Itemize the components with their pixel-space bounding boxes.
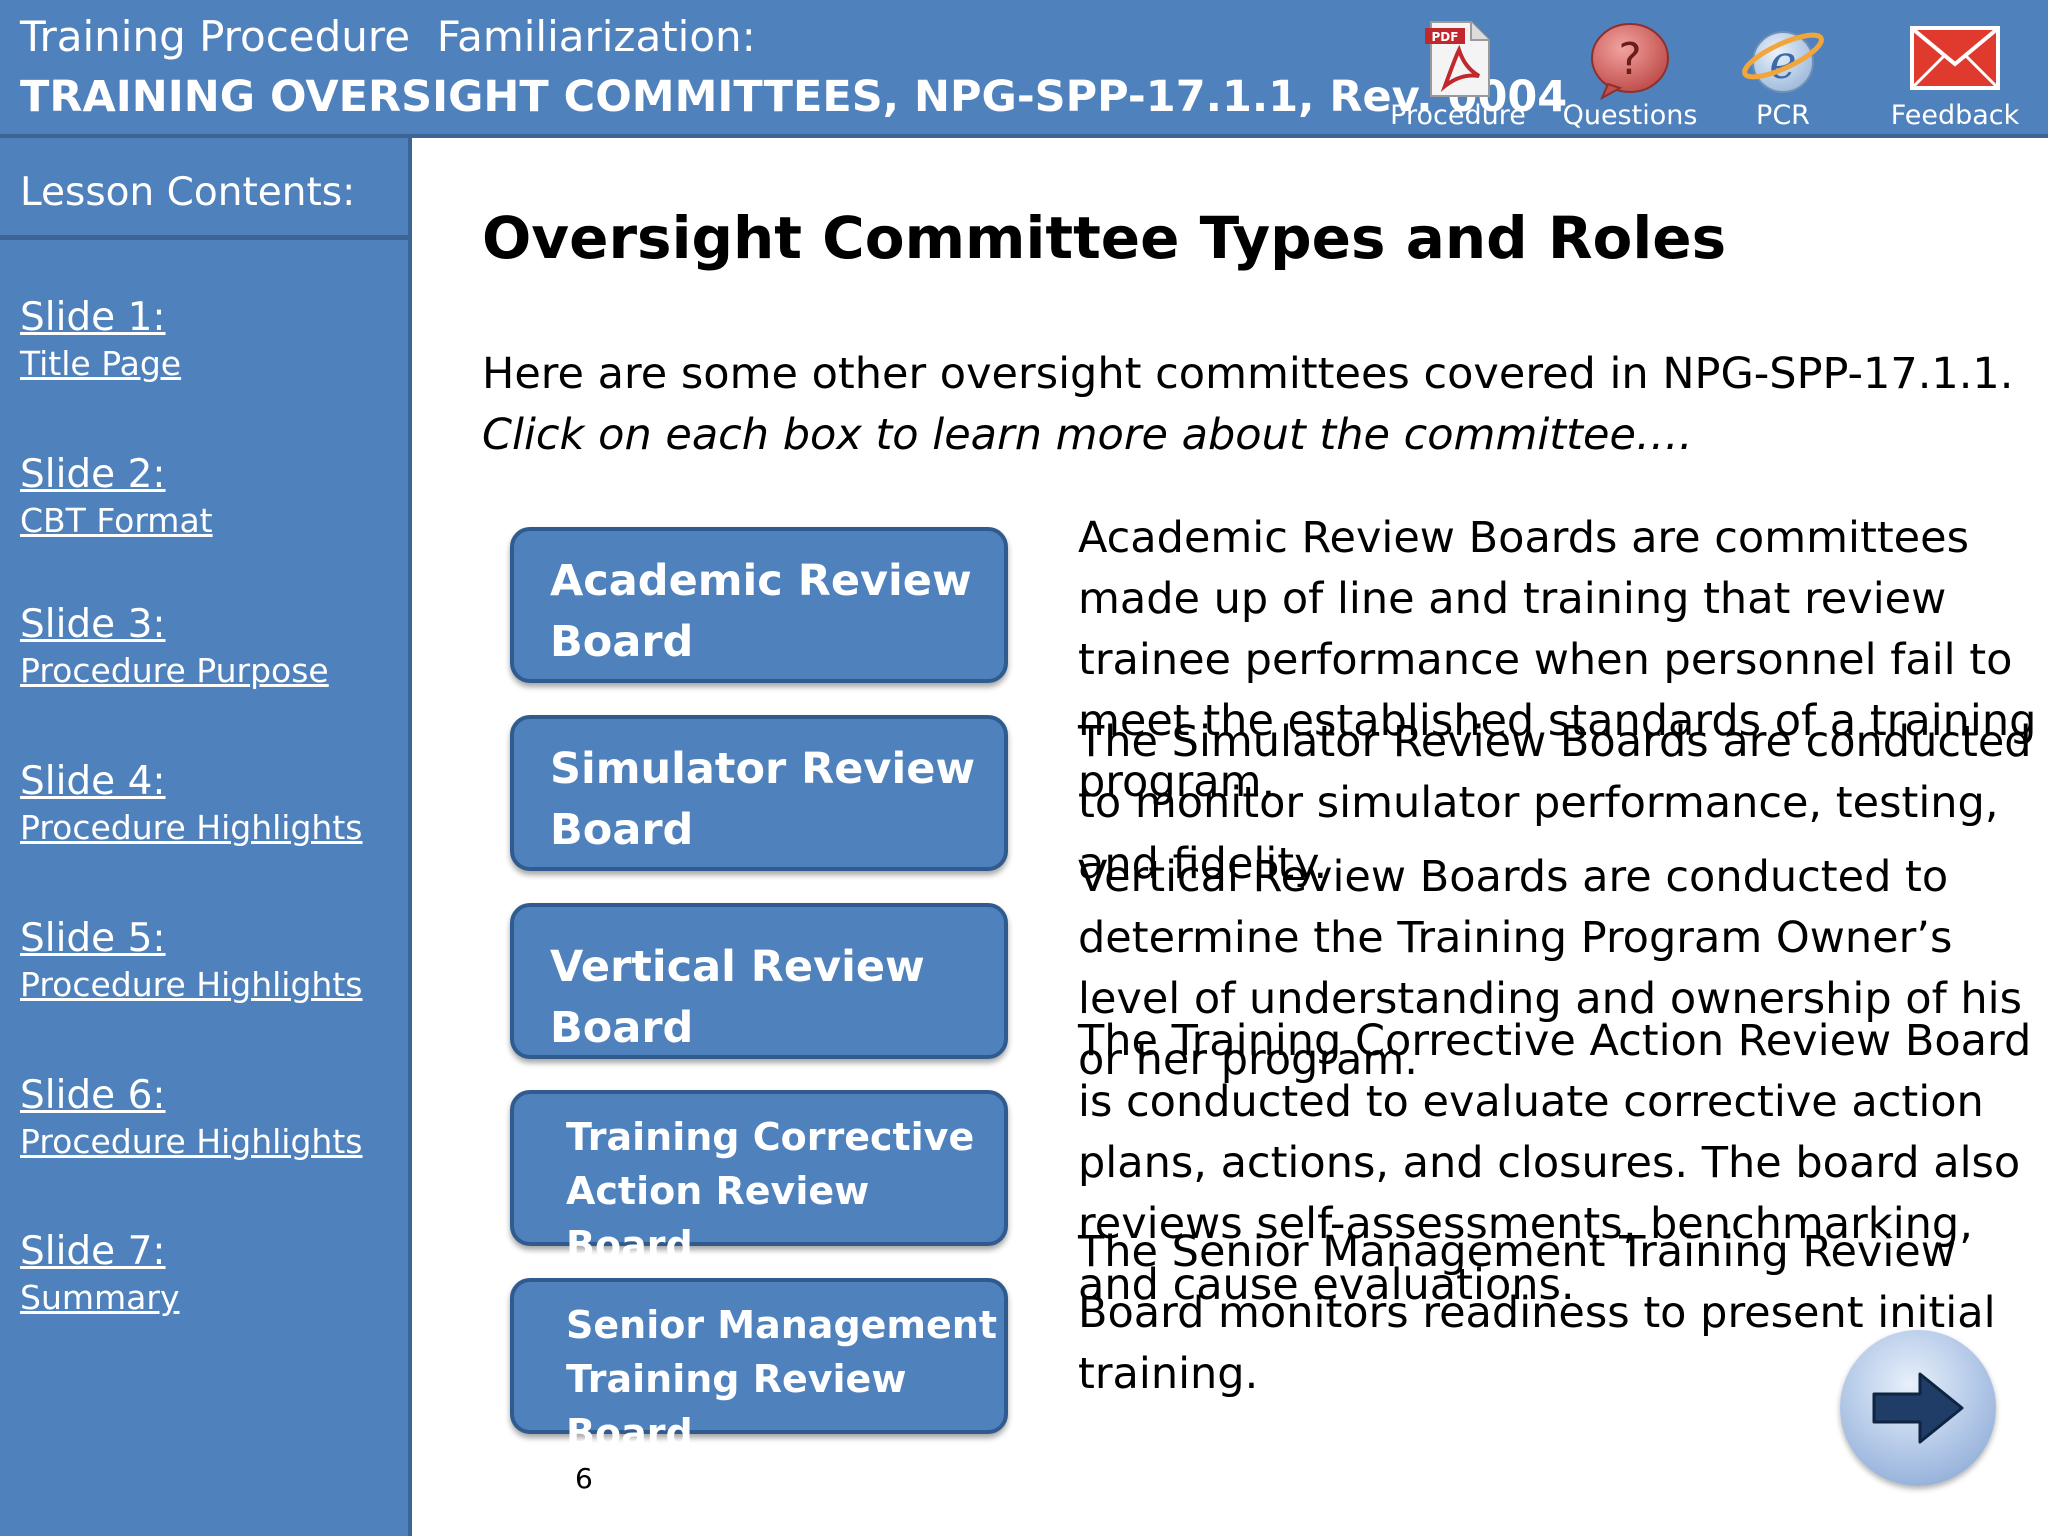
slide-title-link: CBT Format: [20, 501, 213, 540]
lesson-sidebar: Lesson Contents: Slide 1: Title Page Sli…: [0, 138, 412, 1536]
procedure-label: Procedure: [1390, 100, 1526, 131]
intro-sentence: Here are some other oversight committees…: [482, 349, 2014, 399]
box-line-2: Board: [550, 1003, 694, 1053]
slide-title-link: Title Page: [20, 344, 182, 383]
question-icon: ?: [1588, 20, 1672, 104]
box-line-1: Vertical Review: [550, 942, 925, 992]
next-slide-button[interactable]: [1840, 1330, 1996, 1486]
sidebar-item-slide-5[interactable]: Slide 5: Procedure Highlights: [20, 915, 362, 1007]
slide-number: Slide 7:: [20, 1229, 166, 1274]
pcr-label: PCR: [1756, 100, 1810, 131]
pdf-icon: PDF: [1423, 20, 1493, 102]
senior-management-training-review-board-box[interactable]: Senior Management Training Review Board: [510, 1278, 1008, 1455]
vertical-review-board-box[interactable]: Vertical Review Board: [510, 903, 1008, 1059]
training-corrective-action-review-board-box[interactable]: Training Corrective Action Review Board: [510, 1090, 1008, 1267]
box-line-2: Board: [550, 805, 694, 855]
next-arrow-icon: [1872, 1372, 1964, 1444]
box-line-2: Training Review Board: [566, 1357, 907, 1455]
instruction-text: Click on each box to learn more about th…: [482, 410, 1693, 460]
slide-title-link: Summary: [20, 1278, 180, 1317]
slide-title: Oversight Committee Types and Roles: [482, 204, 1727, 272]
feedback-label: Feedback: [1890, 100, 2020, 131]
sidebar-item-slide-2[interactable]: Slide 2: CBT Format: [20, 451, 213, 543]
sidebar-item-slide-3[interactable]: Slide 3: Procedure Purpose: [20, 601, 329, 693]
academic-review-board-box[interactable]: Academic Review Board: [510, 527, 1008, 683]
simulator-review-board-box[interactable]: Simulator Review Board: [510, 715, 1008, 871]
intro-text: Here are some other oversight committees…: [482, 344, 2013, 466]
header-title: TRAINING OVERSIGHT COMMITTEES, NPG-SPP-1…: [20, 72, 1568, 122]
svg-text:?: ?: [1618, 34, 1641, 85]
pcr-icon: e: [1741, 20, 1825, 104]
sidebar-item-slide-7[interactable]: Slide 7: Summary: [20, 1228, 179, 1320]
header-subtitle: Training Procedure Familiarization:: [20, 12, 756, 61]
procedure-button[interactable]: PDF Procedure: [1383, 14, 1533, 134]
questions-button[interactable]: ? Questions: [1555, 14, 1705, 134]
slide-title-link: Procedure Purpose: [20, 651, 329, 690]
slide-title-link: Procedure Highlights: [20, 1122, 363, 1161]
box-line-2: Action Review Board: [566, 1169, 870, 1267]
envelope-icon: [1908, 20, 2002, 96]
feedback-button[interactable]: Feedback: [1880, 14, 2030, 134]
box-line-1: Academic Review: [550, 556, 972, 606]
slide-title-link: Procedure Highlights: [20, 808, 363, 847]
pcr-button[interactable]: e PCR: [1708, 14, 1858, 134]
box-line-2: Board: [550, 617, 694, 667]
questions-label: Questions: [1562, 100, 1698, 131]
box-line-1: Simulator Review: [550, 744, 976, 794]
header-bar: Training Procedure Familiarization: TRAI…: [0, 0, 2048, 138]
slide-number: Slide 2:: [20, 452, 166, 497]
box-line-1: Training Corrective: [566, 1115, 975, 1159]
slide-title-link: Procedure Highlights: [20, 965, 363, 1004]
page-number: 6: [575, 1462, 593, 1495]
sidebar-item-slide-6[interactable]: Slide 6: Procedure Highlights: [20, 1072, 362, 1164]
sidebar-item-slide-1[interactable]: Slide 1: Title Page: [20, 294, 181, 386]
lesson-contents-label: Lesson Contents:: [20, 170, 356, 215]
slide-number: Slide 3:: [20, 602, 166, 647]
sidebar-item-slide-4[interactable]: Slide 4: Procedure Highlights: [20, 758, 362, 850]
slide-number: Slide 1:: [20, 295, 166, 340]
lesson-contents-heading: Lesson Contents:: [0, 138, 408, 240]
slide-number: Slide 4:: [20, 759, 166, 804]
svg-text:PDF: PDF: [1432, 30, 1459, 44]
box-line-1: Senior Management: [566, 1303, 998, 1347]
slide-number: Slide 6:: [20, 1073, 166, 1118]
slide-number: Slide 5:: [20, 916, 166, 961]
